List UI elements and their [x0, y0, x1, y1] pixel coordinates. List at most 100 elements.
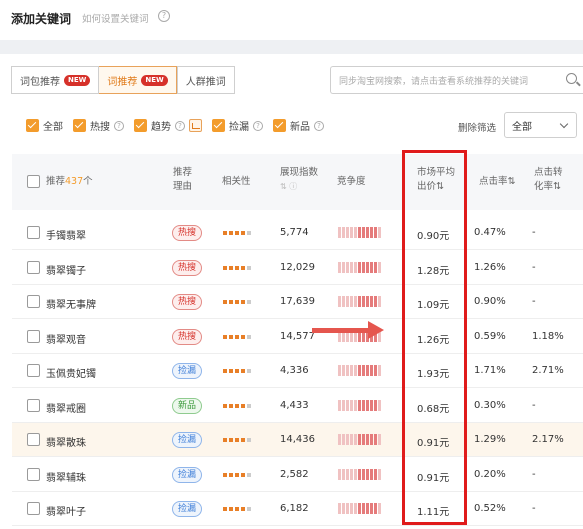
- filter-new[interactable]: 新品 ?: [273, 118, 324, 133]
- competition-bar: [366, 468, 369, 480]
- relevance-dot: [229, 403, 233, 408]
- row-checkbox[interactable]: [27, 260, 40, 274]
- cvr-column-header[interactable]: 点击转 化率⇅: [534, 166, 563, 194]
- reason-column-header: 推荐 理由: [173, 167, 193, 192]
- checkbox-checked-icon[interactable]: [73, 119, 86, 132]
- tab-word-package[interactable]: 词包推荐 NEW: [11, 66, 100, 94]
- relevance-dot: [235, 265, 239, 270]
- relevance-indicator: [223, 334, 251, 339]
- search-icon[interactable]: [566, 73, 577, 84]
- question-icon[interactable]: ?: [253, 120, 263, 131]
- table-row[interactable]: 手镯翡翠 热搜 5,774 0.90元 0.47% -: [12, 216, 583, 250]
- table-row[interactable]: 翡翠散珠 捡漏 14,436 0.91元 1.29% 2.17%: [12, 423, 583, 457]
- ctr-cell: 1.29%: [474, 434, 506, 445]
- competition-bar: [374, 365, 377, 376]
- checkbox-checked-icon[interactable]: [134, 119, 147, 132]
- impressions-cell: 6,182: [280, 503, 309, 514]
- arrow-annotation-icon: [312, 321, 384, 339]
- relevance-dot: [223, 507, 227, 511]
- row-checkbox[interactable]: [27, 364, 40, 377]
- table-row[interactable]: 翡翠辅珠 捡漏 2,582 0.91元 0.20% -: [12, 457, 583, 492]
- highlight-box: [402, 150, 467, 525]
- search-placeholder: 同步淘宝网搜索，请点击查看系统推荐的关键词: [339, 76, 529, 87]
- question-icon[interactable]: ?: [314, 120, 324, 131]
- competition-bar: [338, 261, 341, 273]
- competition-indicator: [338, 365, 381, 376]
- relevance-dot: [241, 265, 245, 270]
- competition-bar: [342, 261, 345, 273]
- table-row[interactable]: 翡翠观音 热搜 14,577 1.26元 0.59% 1.18%: [12, 319, 583, 354]
- relevance-dot: [223, 231, 227, 235]
- competition-bar: [370, 227, 373, 238]
- impressions-column-header[interactable]: 展现指数 ⇅ ⓘ: [280, 166, 318, 194]
- cvr-cell: -: [532, 399, 536, 411]
- competition-bar: [358, 399, 361, 411]
- competition-bar: [378, 261, 381, 273]
- ctr-cell: 0.52%: [474, 503, 506, 514]
- section-divider: [0, 40, 583, 54]
- table-row[interactable]: 翡翠叶子 捡漏 6,182 1.11元 0.52% -: [12, 492, 583, 526]
- reason-badge: 新品: [172, 397, 203, 414]
- cvr-cell: -: [532, 503, 536, 514]
- keyword-cell: 翡翠无事牌: [46, 300, 96, 311]
- filter-select[interactable]: 全部: [504, 112, 577, 138]
- cvr-cell: -: [532, 261, 536, 273]
- relevance-dot: [247, 403, 251, 408]
- question-icon[interactable]: ?: [158, 10, 170, 22]
- competition-bar: [350, 261, 353, 273]
- question-icon[interactable]: ?: [114, 120, 124, 131]
- filter-hot[interactable]: 热搜 ?: [73, 118, 124, 133]
- impressions-cell: 2,582: [280, 468, 309, 480]
- relevance-indicator: [223, 265, 251, 270]
- checkbox-checked-icon[interactable]: [212, 119, 225, 132]
- row-checkbox[interactable]: [27, 329, 40, 343]
- trend-chart-icon[interactable]: [189, 119, 202, 132]
- impressions-cell: 14,436: [280, 434, 315, 445]
- reason-badge: 捡漏: [172, 466, 203, 483]
- select-value: 全部: [512, 121, 532, 133]
- relevance-dot: [247, 334, 251, 339]
- relevance-dot: [223, 334, 227, 339]
- cvr-cell: -: [532, 468, 536, 480]
- row-checkbox[interactable]: [27, 226, 40, 239]
- filter-label: 全部: [43, 122, 63, 133]
- competition-bar: [362, 399, 365, 411]
- ctr-column-header[interactable]: 点击率⇅: [479, 175, 515, 189]
- row-checkbox[interactable]: [27, 433, 40, 446]
- competition-bar: [374, 227, 377, 238]
- row-checkbox[interactable]: [27, 502, 40, 515]
- tab-crowd-recommend[interactable]: 人群推词: [176, 66, 235, 94]
- competition-bar: [350, 468, 353, 480]
- relevance-dot: [223, 369, 227, 373]
- relevance-dot: [241, 369, 245, 373]
- select-all-checkbox[interactable]: [27, 175, 40, 188]
- competition-bar: [366, 365, 369, 376]
- impressions-cell: 12,029: [280, 261, 315, 273]
- competition-bar: [366, 261, 369, 273]
- keyword-search-input[interactable]: 同步淘宝网搜索，请点击查看系统推荐的关键词: [330, 66, 583, 94]
- table-row[interactable]: 翡翠无事牌 热搜 17,639 1.09元 0.90% -: [12, 285, 583, 319]
- relevance-dot: [235, 403, 239, 408]
- table-row[interactable]: 翡翠镯子 热搜 12,029 1.28元 1.26% -: [12, 250, 583, 285]
- row-checkbox[interactable]: [27, 398, 40, 412]
- competition-indicator: [338, 468, 381, 480]
- table-row[interactable]: 翡翠戒圈 新品 4,433 0.68元 0.30% -: [12, 388, 583, 423]
- tab-word-recommend[interactable]: 词推荐 NEW: [99, 66, 177, 94]
- relevance-column-header: 相关性: [222, 176, 251, 187]
- relevance-dot: [223, 265, 227, 270]
- filter-trend[interactable]: 趋势 ?: [134, 118, 202, 133]
- checkbox-checked-icon[interactable]: [26, 119, 39, 132]
- question-icon[interactable]: ?: [175, 120, 185, 131]
- row-checkbox[interactable]: [27, 467, 40, 481]
- competition-indicator: [338, 399, 381, 411]
- competition-bar: [342, 434, 345, 445]
- table-row[interactable]: 玉佩贵妃镯 捡漏 4,336 1.93元 1.71% 2.71%: [12, 354, 583, 388]
- row-checkbox[interactable]: [27, 295, 40, 308]
- checkbox-checked-icon[interactable]: [273, 119, 286, 132]
- competition-bar: [338, 365, 341, 376]
- help-link[interactable]: 如何设置关键词: [82, 11, 149, 25]
- filter-pickup[interactable]: 捡漏 ?: [212, 118, 263, 133]
- relevance-dot: [229, 265, 233, 270]
- competition-bar: [374, 399, 377, 411]
- filter-all[interactable]: 全部: [26, 118, 63, 133]
